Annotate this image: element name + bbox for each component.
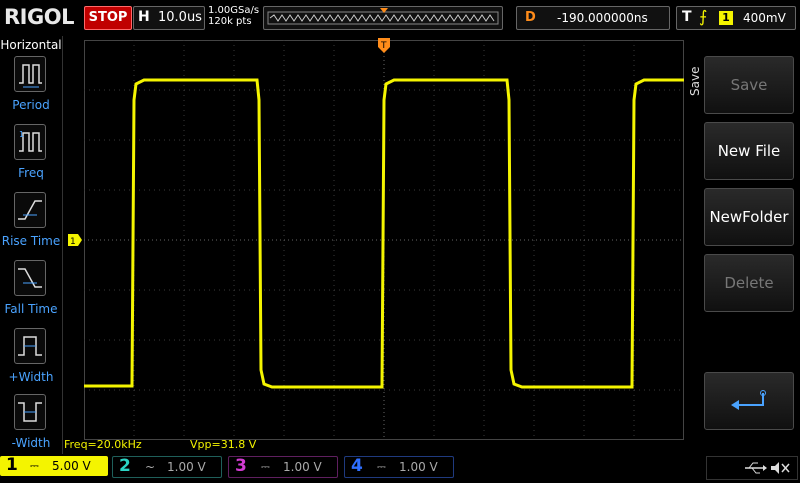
- delay-setting[interactable]: D -190.000000ns: [516, 6, 670, 30]
- trigger-position-icon: T: [378, 38, 390, 53]
- measure-freq[interactable]: 1 Freq: [0, 124, 62, 190]
- vpp-measurement: Vpp=31.8 V: [190, 438, 257, 451]
- delete-button[interactable]: Delete: [704, 254, 794, 312]
- run-stop-button[interactable]: STOP: [84, 6, 132, 30]
- memory-depth: 120k pts: [208, 16, 252, 27]
- menu-title: Horizontal: [0, 38, 62, 52]
- acquisition-info: 1.00GSa/s 120k pts: [208, 5, 259, 27]
- svg-text:1: 1: [19, 130, 24, 139]
- freq-label: Freq: [18, 166, 44, 180]
- trigger-level: 400mV: [743, 11, 786, 25]
- rise-time-icon: [14, 192, 46, 228]
- fall-time-icon: [14, 260, 46, 296]
- measure-positive-width[interactable]: +Width: [0, 328, 62, 394]
- system-status-area: [706, 456, 798, 480]
- new-folder-button[interactable]: NewFolder: [704, 188, 794, 246]
- speaker-muted-icon: [771, 462, 790, 474]
- top-status-bar: RIGOL STOP H 10.0us 1.00GSa/s 120k pts D…: [0, 0, 800, 36]
- positive-width-icon: [14, 328, 46, 364]
- new-file-button[interactable]: New File: [704, 122, 794, 180]
- trigger-label: T: [682, 9, 692, 25]
- positive-width-label: +Width: [8, 370, 54, 384]
- horizontal-timebase[interactable]: H 10.0us: [133, 6, 205, 30]
- return-button[interactable]: [704, 372, 794, 430]
- measure-period[interactable]: Period: [0, 56, 62, 122]
- svg-text:T: T: [380, 41, 387, 51]
- channel-status-bar: 1 ⎓ 5.00 V 2 ~ 1.00 V 3 ⎓ 1.00 V 4 ⎓ 1.0…: [0, 454, 800, 480]
- rise-time-label: Rise Time: [1, 234, 61, 248]
- measure-negative-width[interactable]: -Width: [0, 394, 62, 460]
- measure-menu: Horizontal Period 1 Freq Rise Time Fall …: [0, 36, 63, 454]
- horizontal-label: H: [138, 9, 150, 25]
- channel-1-number: 1: [6, 455, 18, 475]
- measure-fall-time[interactable]: Fall Time: [0, 260, 62, 326]
- fall-time-label: Fall Time: [4, 302, 58, 316]
- rising-edge-icon: ⨍: [699, 7, 708, 26]
- timebase-value: 10.0us: [158, 10, 202, 25]
- graticule: [84, 40, 684, 440]
- dc-coupling-icon: ⎓: [261, 460, 270, 473]
- trigger-source: 1: [719, 11, 733, 25]
- trigger-setting[interactable]: T ⨍ 1 400mV: [676, 6, 796, 30]
- measure-rise-time[interactable]: Rise Time: [0, 192, 62, 258]
- freq-measurement: Freq=20.0kHz: [64, 438, 142, 451]
- channel-1-scale: 5.00 V: [52, 459, 91, 473]
- channel-4-number: 4: [351, 456, 363, 476]
- save-button[interactable]: Save: [704, 56, 794, 114]
- channel-3-number: 3: [235, 456, 247, 476]
- memory-overview-waveform: [267, 8, 499, 25]
- channel-3-scale: 1.00 V: [283, 460, 322, 474]
- dc-coupling-icon: ⎓: [30, 459, 39, 472]
- delay-value: -190.000000ns: [557, 11, 648, 25]
- sample-rate: 1.00GSa/s: [208, 5, 260, 16]
- period-label: Period: [12, 98, 50, 112]
- channel-2-number: 2: [119, 456, 131, 476]
- channel-4-status[interactable]: 4 ⎓ 1.00 V: [344, 456, 454, 478]
- ac-coupling-icon: ~: [145, 460, 156, 474]
- channel-2-scale: 1.00 V: [167, 460, 206, 474]
- channel-1-ground-marker[interactable]: 1: [68, 234, 82, 246]
- channel-1-status[interactable]: 1 ⎓ 5.00 V: [0, 455, 108, 476]
- usb-icon: [745, 462, 767, 474]
- channel-3-status[interactable]: 3 ⎓ 1.00 V: [228, 456, 338, 478]
- frequency-icon: 1: [14, 124, 46, 160]
- dc-coupling-icon: ⎓: [377, 460, 386, 473]
- svg-text:1: 1: [70, 237, 76, 246]
- negative-width-label: -Width: [11, 436, 51, 450]
- period-icon: [14, 56, 46, 92]
- memory-overview-bar[interactable]: [263, 6, 503, 30]
- channel-2-status[interactable]: 2 ~ 1.00 V: [112, 456, 222, 478]
- waveform-display[interactable]: [84, 40, 684, 440]
- negative-width-icon: [14, 394, 46, 430]
- brand-logo: RIGOL: [4, 5, 74, 29]
- return-icon: [731, 390, 766, 410]
- delay-label: D: [525, 10, 536, 25]
- channel-4-scale: 1.00 V: [399, 460, 438, 474]
